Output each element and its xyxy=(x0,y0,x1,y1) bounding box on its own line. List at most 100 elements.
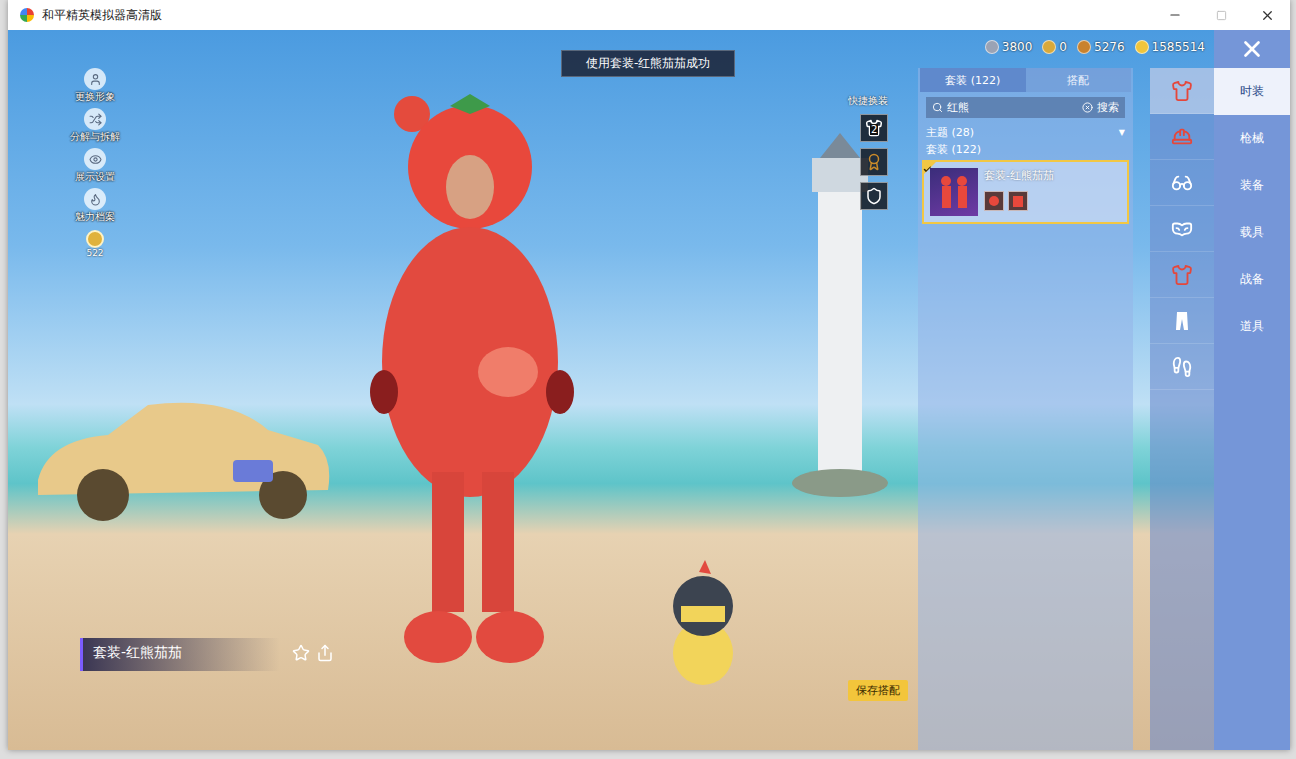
category-item[interactable]: 时装 xyxy=(1214,68,1290,115)
side-menu: 更换形象分解与拆解展示设置魅力档案 522 xyxy=(70,68,120,258)
level-badge[interactable]: 522 xyxy=(86,230,104,258)
desktop: 和平精英模拟器高清版使用套装-红熊茄茄成功更换形象分解与拆解展示设置魅力档案 52… xyxy=(0,0,1296,759)
outfit-info: 套装-红熊茄茄 xyxy=(984,168,1054,216)
item-type-tab[interactable] xyxy=(1150,344,1214,390)
filter-row[interactable]: 主题 (28)▼ xyxy=(920,124,1131,141)
window-title: 和平精英模拟器高清版 xyxy=(42,7,162,24)
outfit-card-name: 套装-红熊茄茄 xyxy=(984,168,1054,183)
badge-icon xyxy=(865,153,883,171)
mask-icon xyxy=(1171,218,1193,240)
side-menu-icon-circle xyxy=(84,68,106,90)
minimize-button[interactable] xyxy=(1152,0,1198,30)
slot-count: 2 xyxy=(870,124,878,135)
side-menu-label: 分解与拆解 xyxy=(70,130,120,144)
outfit-card[interactable]: 套装-红熊茄茄 xyxy=(922,160,1129,224)
emblem-icon xyxy=(865,187,883,205)
outfit-part-body-icon xyxy=(1008,191,1028,211)
app-logo-icon xyxy=(20,8,34,22)
item-type-tab[interactable] xyxy=(1150,160,1214,206)
quick-change-slot[interactable]: 2 xyxy=(860,114,888,142)
side-menu-icon-circle xyxy=(84,108,106,130)
currency-item: 1585514 xyxy=(1135,40,1205,54)
filter-label: 主题 (28) xyxy=(926,125,974,140)
side-menu-label: 展示设置 xyxy=(75,170,115,184)
top-icon xyxy=(1171,264,1193,286)
side-menu-label: 魅力档案 xyxy=(75,210,115,224)
close-panel-icon xyxy=(1239,36,1265,62)
side-menu-icon-circle xyxy=(84,188,106,210)
search-field[interactable]: 红熊 搜索 xyxy=(926,97,1125,118)
quick-change-slot[interactable] xyxy=(860,182,888,210)
level-badge-icon xyxy=(86,230,104,248)
pants-icon xyxy=(1171,310,1193,332)
filter-row: 套装 (122) xyxy=(920,141,1131,158)
game-screen: 使用套装-红熊茄茄成功更换形象分解与拆解展示设置魅力档案 522 快捷换装 2 套装-红… xyxy=(8,30,1290,750)
wardrobe-panel: 套装 (122)搭配红熊搜索主题 (28)▼套装 (122)套装-红熊茄茄 xyxy=(918,68,1133,750)
maximize-icon xyxy=(1216,10,1227,21)
favorite-star-icon[interactable] xyxy=(292,644,310,662)
share-icon[interactable] xyxy=(316,644,334,662)
coin-icon xyxy=(1042,40,1056,54)
category-column: 时装枪械装备载具战备道具 xyxy=(1214,30,1290,750)
panel-tab[interactable]: 套装 (122) xyxy=(920,68,1026,92)
currency-value: 1585514 xyxy=(1152,40,1205,54)
level-badge-value: 522 xyxy=(86,248,103,258)
category-item[interactable]: 载具 xyxy=(1214,209,1290,256)
outfit-figures-icon xyxy=(934,172,974,212)
dismantle-icon xyxy=(89,113,102,126)
side-menu-item[interactable]: 更换形象 xyxy=(75,68,115,104)
outfit-part-head-icon xyxy=(984,191,1004,211)
pet-chick-illustration xyxy=(663,558,743,693)
search-button[interactable]: 搜索 xyxy=(1097,100,1119,115)
avatar-icon xyxy=(89,73,102,86)
item-type-tab[interactable] xyxy=(1150,206,1214,252)
currency-item: 0 xyxy=(1042,40,1067,54)
clear-icon[interactable] xyxy=(1082,102,1093,113)
window-controls xyxy=(1152,0,1290,30)
quick-change-slot[interactable] xyxy=(860,148,888,176)
category-item[interactable]: 枪械 xyxy=(1214,115,1290,162)
close-panel-button[interactable] xyxy=(1214,30,1290,68)
category-item[interactable]: 装备 xyxy=(1214,162,1290,209)
item-type-tab[interactable] xyxy=(1150,252,1214,298)
quick-change: 快捷换装 2 xyxy=(848,94,888,210)
currency-value: 3800 xyxy=(1002,40,1033,54)
filter-label: 套装 (122) xyxy=(926,142,981,157)
panel-tab[interactable]: 搭配 xyxy=(1026,68,1132,92)
quick-change-label: 快捷换装 xyxy=(848,94,888,108)
save-button[interactable]: 保存搭配 xyxy=(848,680,908,701)
banner-actions xyxy=(292,644,334,662)
emulator-window: 和平精英模拟器高清版使用套装-红熊茄茄成功更换形象分解与拆解展示设置魅力档案 52… xyxy=(8,0,1290,750)
suit-icon xyxy=(1171,80,1193,102)
side-menu-item[interactable]: 魅力档案 xyxy=(75,188,115,224)
close-icon xyxy=(1260,8,1275,23)
item-type-tab[interactable] xyxy=(1150,298,1214,344)
outfit-name-banner: 套装-红熊茄茄 xyxy=(80,638,280,671)
outfit-parts xyxy=(984,191,1054,211)
currency-value: 5276 xyxy=(1094,40,1125,54)
toast-message: 使用套装-红熊茄茄成功 xyxy=(561,50,735,77)
coin-icon xyxy=(985,40,999,54)
charm-icon xyxy=(89,193,102,206)
currency-value: 0 xyxy=(1059,40,1067,54)
side-menu-item[interactable]: 展示设置 xyxy=(75,148,115,184)
currency-item: 5276 xyxy=(1077,40,1125,54)
category-item[interactable]: 战备 xyxy=(1214,256,1290,303)
minimize-icon xyxy=(1168,8,1182,22)
outfit-thumbnail xyxy=(930,168,978,216)
coin-icon xyxy=(1135,40,1149,54)
side-menu-item[interactable]: 分解与拆解 xyxy=(70,108,120,144)
currency-item: 3800 xyxy=(985,40,1033,54)
search-value: 红熊 xyxy=(947,100,1078,115)
title-bar: 和平精英模拟器高清版 xyxy=(8,0,1290,30)
currency-bar: 3800 0 5276 1585514 xyxy=(985,40,1205,54)
display-icon xyxy=(89,153,102,166)
category-item[interactable]: 道具 xyxy=(1214,303,1290,350)
close-window-button[interactable] xyxy=(1244,0,1290,30)
item-type-tab[interactable] xyxy=(1150,114,1214,160)
search-icon xyxy=(932,102,943,113)
shoes-icon xyxy=(1171,356,1193,378)
item-type-tab[interactable] xyxy=(1150,68,1214,114)
maximize-button[interactable] xyxy=(1198,0,1244,30)
helmet-icon xyxy=(1171,126,1193,148)
